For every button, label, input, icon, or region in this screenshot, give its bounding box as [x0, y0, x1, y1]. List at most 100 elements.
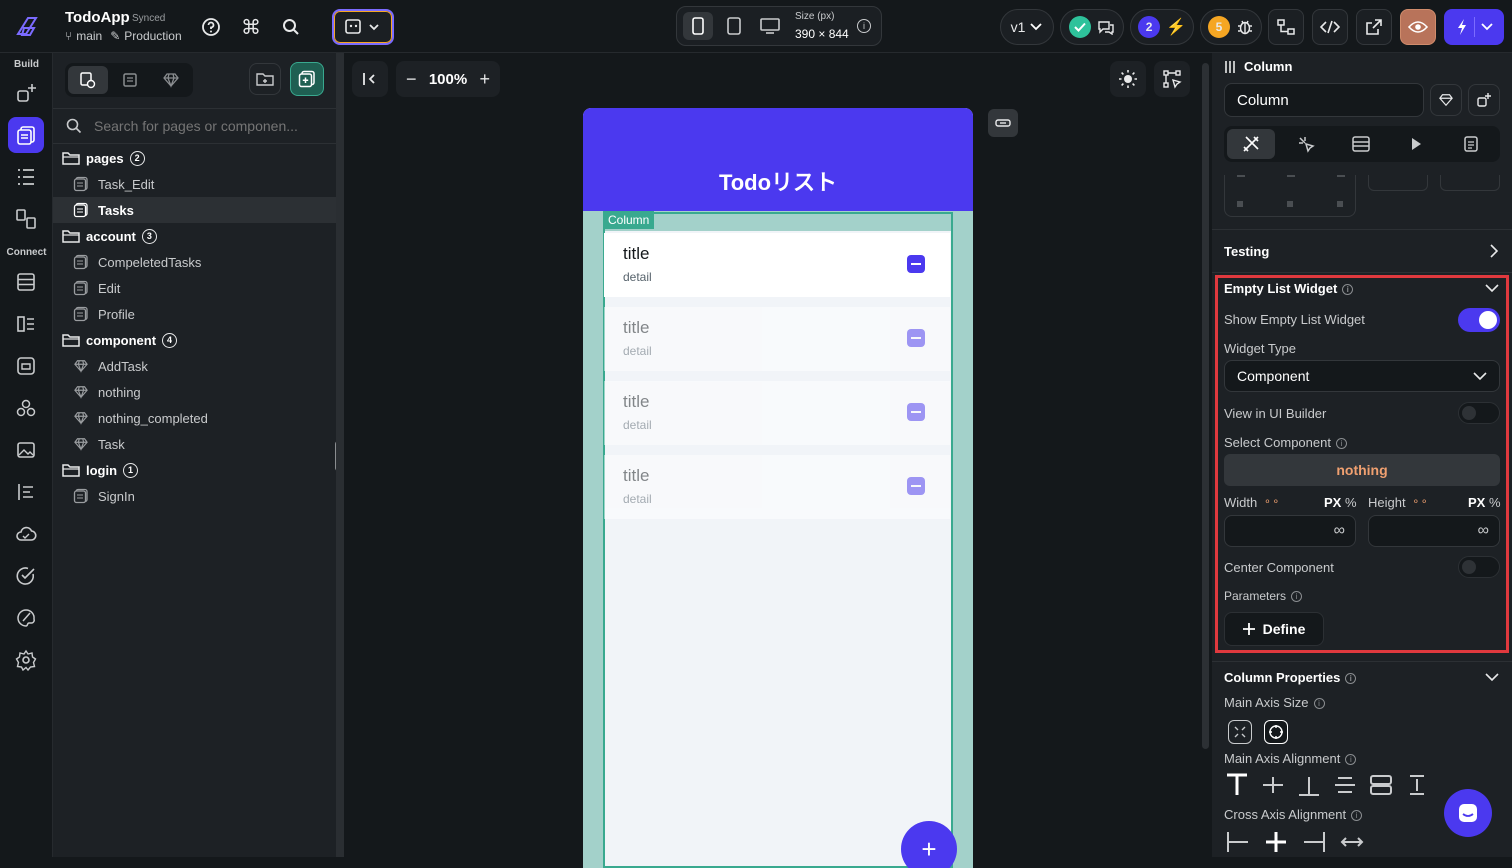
- branch-tree-icon[interactable]: [1268, 9, 1304, 45]
- info-icon[interactable]: i: [1291, 591, 1303, 603]
- zoom-in-icon[interactable]: +: [479, 69, 490, 90]
- ai-agent-button[interactable]: [332, 9, 394, 45]
- width-input[interactable]: ∞: [1224, 515, 1356, 547]
- add-task-fab[interactable]: +: [901, 821, 957, 868]
- tree-item-signin[interactable]: SignIn: [53, 483, 336, 509]
- command-icon[interactable]: ⌘: [235, 9, 267, 45]
- version-dropdown[interactable]: v1: [1000, 9, 1054, 45]
- chevron-down-icon[interactable]: [1485, 283, 1499, 293]
- branch-name[interactable]: main: [76, 29, 102, 43]
- task-card[interactable]: title detail: [604, 455, 950, 519]
- widget-name-field[interactable]: Column: [1224, 83, 1424, 117]
- search-icon[interactable]: [275, 9, 307, 45]
- center-component-toggle[interactable]: [1458, 556, 1500, 578]
- desktop-icon[interactable]: [755, 12, 785, 40]
- add-page-icon[interactable]: [290, 62, 324, 96]
- task-card[interactable]: title detail: [604, 233, 950, 297]
- sliders-icon[interactable]: ⚬⚬: [1412, 497, 1429, 508]
- info-icon[interactable]: i: [857, 19, 871, 33]
- margin-field[interactable]: [1440, 175, 1500, 191]
- actions-tab-icon[interactable]: [1282, 129, 1330, 159]
- info-icon[interactable]: i: [1342, 284, 1354, 296]
- database-icon[interactable]: [10, 266, 42, 298]
- folder-login[interactable]: login 1: [53, 457, 336, 483]
- tree-item-tasks[interactable]: Tasks: [53, 197, 336, 223]
- panel-scrollbar-thumb[interactable]: [1202, 63, 1209, 749]
- tree-item-addtask[interactable]: AddTask: [53, 353, 336, 379]
- add-widget-icon[interactable]: [1468, 84, 1500, 116]
- info-icon[interactable]: i: [1345, 754, 1357, 766]
- phone-icon[interactable]: [683, 12, 713, 40]
- custom-code-icon[interactable]: [10, 476, 42, 508]
- issues-button[interactable]: 5: [1200, 9, 1262, 45]
- view-in-ui-builder-toggle[interactable]: [1458, 402, 1500, 424]
- align-center-icon[interactable]: [1262, 773, 1284, 797]
- documentation-tab-icon[interactable]: [1447, 129, 1495, 159]
- select-mode-icon[interactable]: [1154, 61, 1190, 97]
- folder-pages[interactable]: pages 2: [53, 145, 336, 171]
- code-icon[interactable]: [1312, 9, 1348, 45]
- cross-center-icon[interactable]: [1264, 831, 1288, 853]
- help-icon[interactable]: [195, 9, 227, 45]
- search-input[interactable]: [94, 118, 334, 134]
- comments-status-button[interactable]: [1060, 9, 1124, 45]
- properties-tab-icon[interactable]: [1227, 129, 1275, 159]
- align-end-icon[interactable]: [1298, 773, 1320, 797]
- height-input[interactable]: ∞: [1368, 515, 1500, 547]
- task-card[interactable]: title detail: [604, 307, 950, 371]
- new-folder-icon[interactable]: [249, 63, 281, 95]
- collaborators-button[interactable]: 2 ⚡: [1130, 9, 1194, 45]
- export-icon[interactable]: [1356, 9, 1392, 45]
- environment-name[interactable]: Production: [124, 29, 181, 43]
- run-button[interactable]: [1444, 9, 1504, 45]
- height-unit-toggle[interactable]: PX %: [1468, 495, 1501, 510]
- tree-item-nothing[interactable]: nothing: [53, 379, 336, 405]
- storyboard-icon[interactable]: [10, 203, 42, 235]
- diamond-icon[interactable]: [1430, 84, 1462, 116]
- chevron-down-icon[interactable]: [1485, 672, 1499, 682]
- space-around-icon[interactable]: [1370, 773, 1392, 797]
- space-evenly-icon[interactable]: [1406, 773, 1428, 797]
- theme-palette-icon[interactable]: [10, 602, 42, 634]
- components-tab-icon[interactable]: [110, 66, 150, 94]
- delete-task-icon[interactable]: [907, 329, 925, 347]
- cross-end-icon[interactable]: [1302, 831, 1326, 853]
- settings-gear-icon[interactable]: [10, 644, 42, 676]
- tree-item-compeletedtasks[interactable]: CompeletedTasks: [53, 249, 336, 275]
- selected-component-button[interactable]: nothing: [1224, 454, 1500, 486]
- task-card[interactable]: title detail: [604, 381, 950, 445]
- api-calls-icon[interactable]: [10, 392, 42, 424]
- animations-play-icon[interactable]: [1392, 129, 1440, 159]
- backend-query-tab-icon[interactable]: [1337, 129, 1385, 159]
- main-axis-min-icon[interactable]: [1228, 720, 1252, 744]
- folder-account[interactable]: account 3: [53, 223, 336, 249]
- tablet-icon[interactable]: [719, 12, 749, 40]
- widget-options-icon[interactable]: [988, 109, 1018, 137]
- flutterflow-logo[interactable]: [12, 12, 42, 42]
- width-unit-toggle[interactable]: PX %: [1324, 495, 1357, 510]
- tree-item-task[interactable]: Task: [53, 431, 336, 457]
- page-search-bar[interactable]: [53, 108, 336, 144]
- testing-section[interactable]: Testing: [1212, 230, 1512, 272]
- delete-task-icon[interactable]: [907, 403, 925, 421]
- margin-field[interactable]: [1368, 175, 1428, 191]
- data-types-icon[interactable]: [10, 308, 42, 340]
- info-icon[interactable]: i: [1335, 438, 1347, 450]
- app-state-icon[interactable]: [10, 350, 42, 382]
- media-assets-icon[interactable]: [10, 434, 42, 466]
- tree-item-task_edit[interactable]: Task_Edit: [53, 171, 336, 197]
- widget-type-dropdown[interactable]: Component: [1224, 360, 1500, 392]
- add-widget-icon[interactable]: [10, 77, 42, 109]
- define-parameters-button[interactable]: Define: [1224, 612, 1324, 646]
- sliders-icon[interactable]: ⚬⚬: [1263, 497, 1280, 508]
- tests-icon[interactable]: [10, 560, 42, 592]
- tree-item-profile[interactable]: Profile: [53, 301, 336, 327]
- collapse-panel-icon[interactable]: [352, 61, 388, 97]
- light-mode-sun-icon[interactable]: [1110, 61, 1146, 97]
- pages-tab-icon[interactable]: [68, 66, 108, 94]
- main-axis-max-icon[interactable]: [1264, 720, 1288, 744]
- zoom-out-icon[interactable]: −: [406, 69, 417, 90]
- show-empty-list-toggle[interactable]: [1458, 308, 1500, 332]
- cloud-functions-icon[interactable]: [10, 518, 42, 550]
- info-icon[interactable]: i: [1351, 810, 1363, 822]
